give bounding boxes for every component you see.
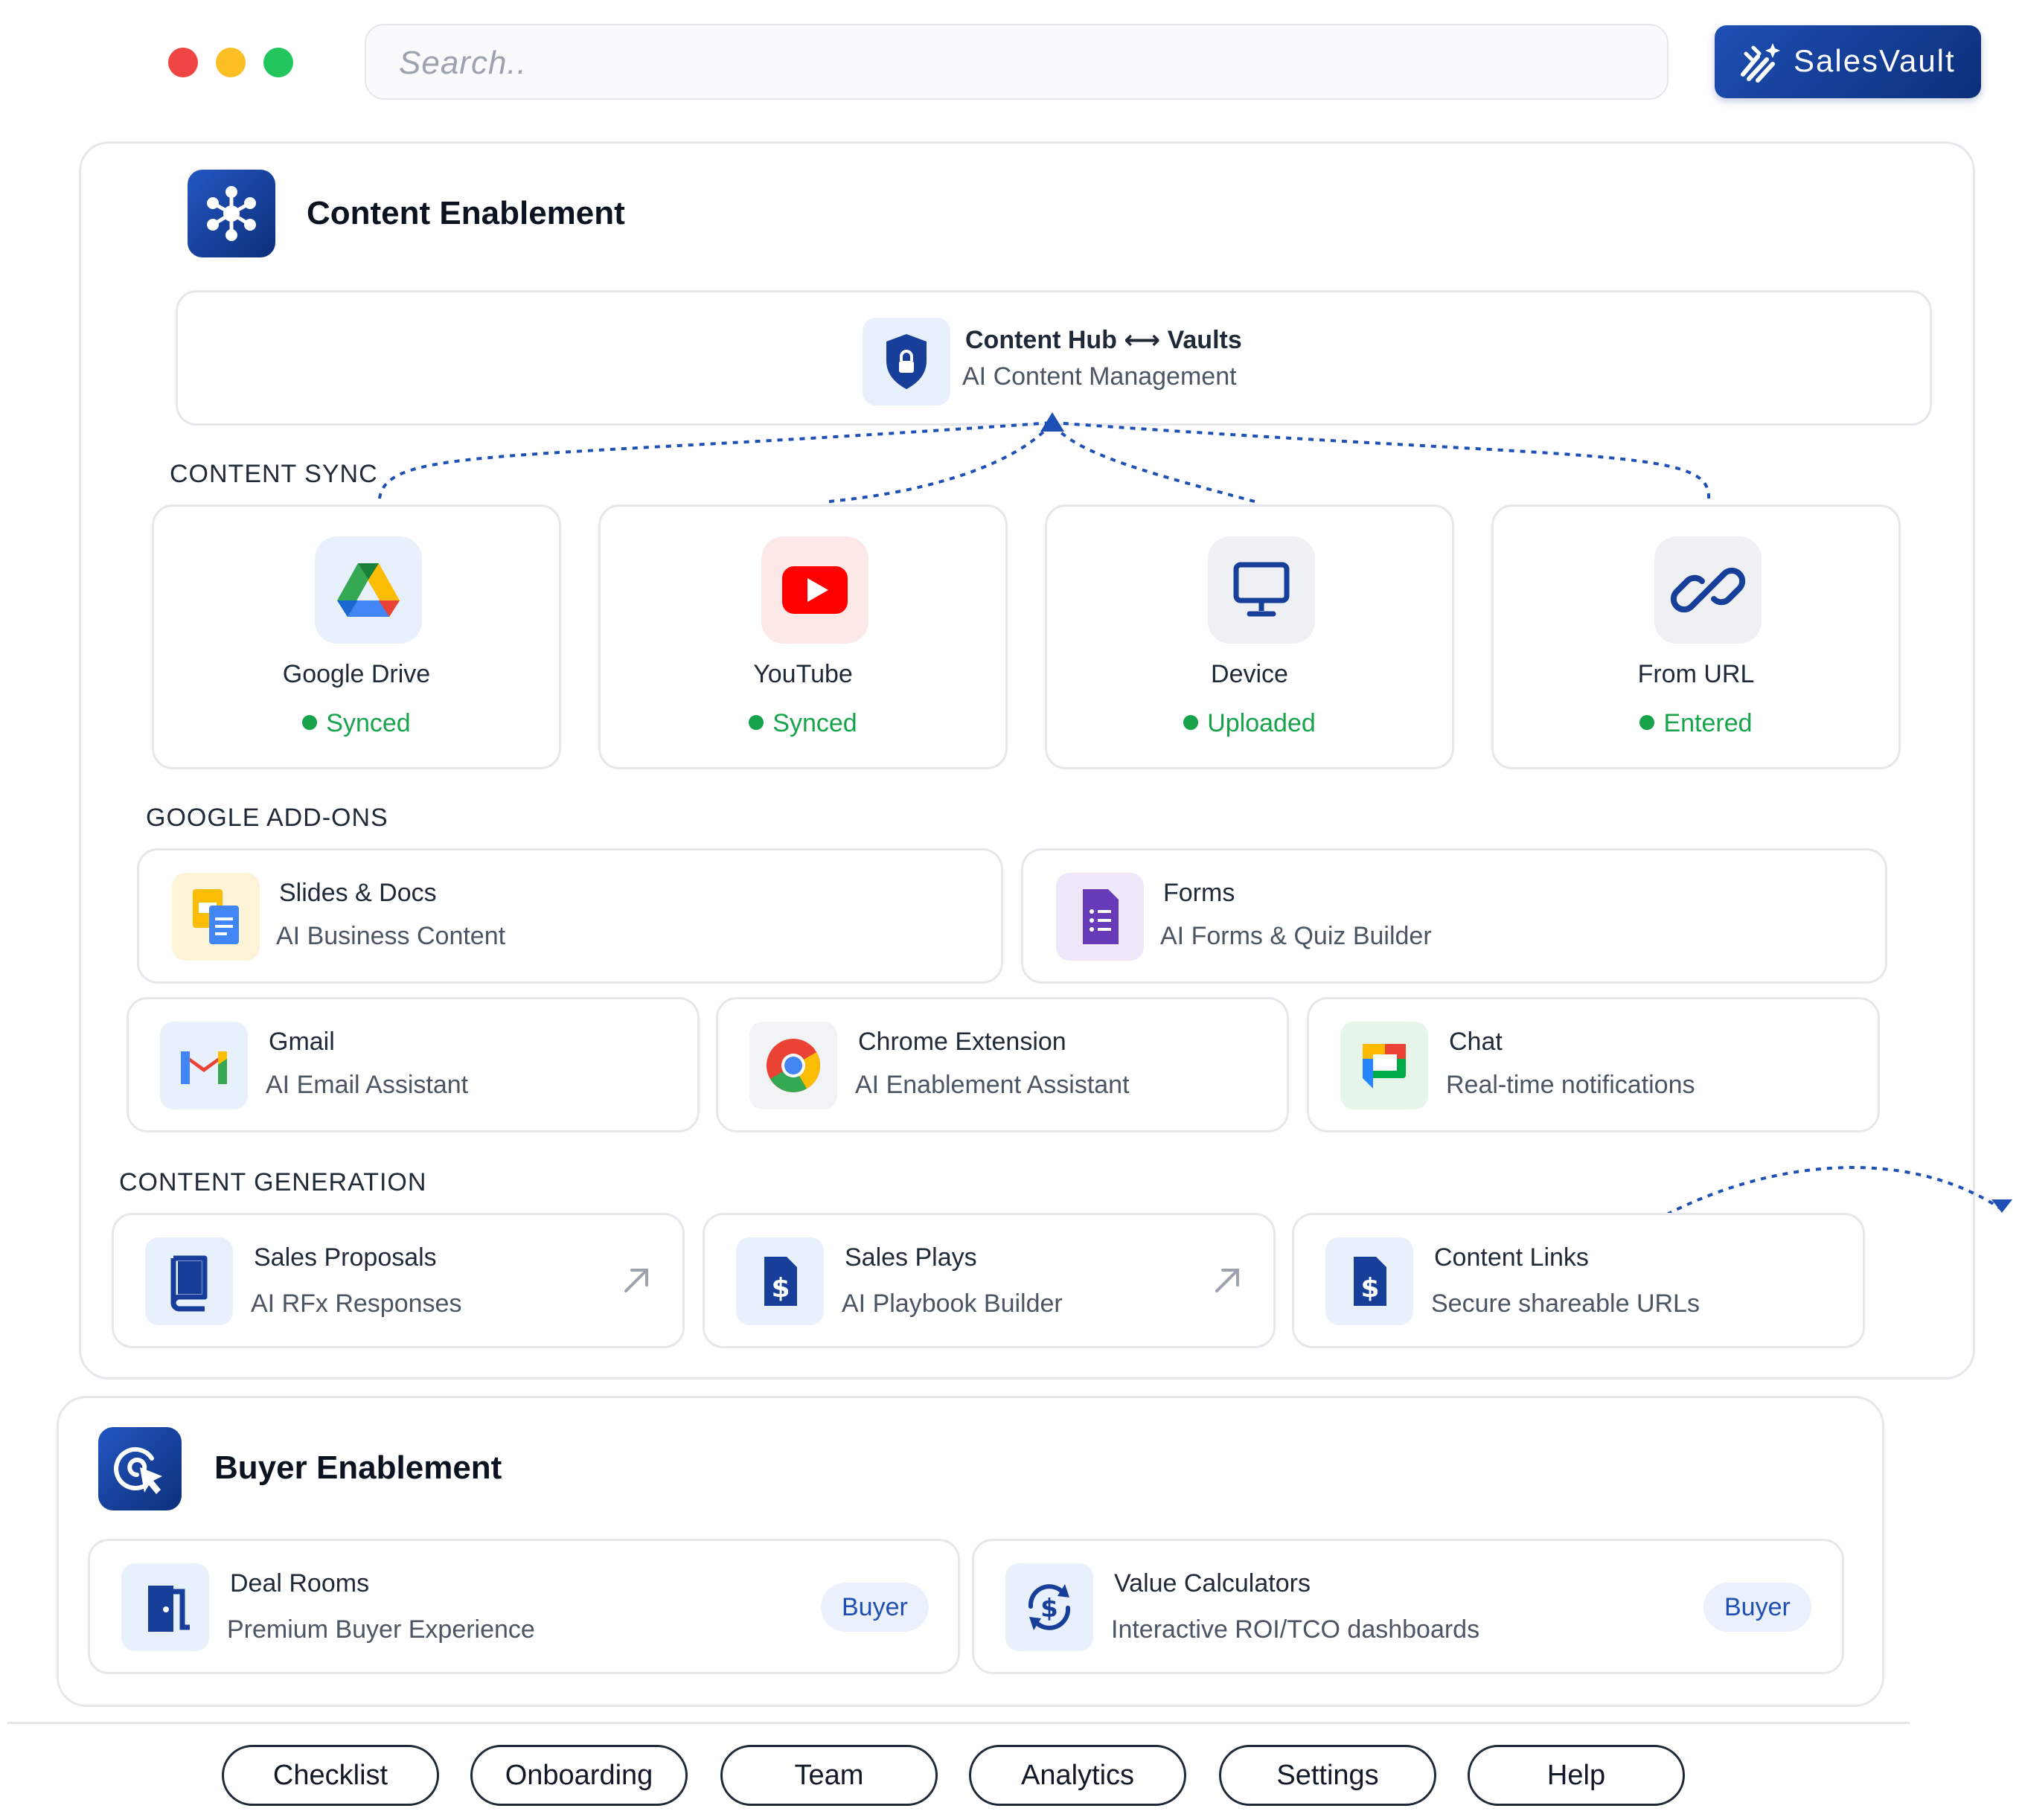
buyer-item-title: Value Calculators xyxy=(1114,1569,1311,1598)
nav-help-button[interactable]: Help xyxy=(1468,1745,1685,1806)
buyer-badge: Buyer xyxy=(1703,1583,1811,1632)
content-sync-label: CONTENT SYNC xyxy=(170,460,378,488)
svg-text:$: $ xyxy=(771,1273,790,1304)
door-icon xyxy=(121,1563,209,1651)
tile-name: Device xyxy=(1211,660,1288,688)
generation-title: Sales Proposals xyxy=(254,1243,437,1272)
generation-subtitle: Secure shareable URLs xyxy=(1431,1289,1700,1318)
nav-team-button[interactable]: Team xyxy=(720,1745,938,1806)
sync-tile-youtube[interactable]: YouTube Synced xyxy=(598,504,1008,769)
generation-content-links[interactable]: $ Content Links Secure shareable URLs xyxy=(1292,1213,1865,1348)
status-text: Entered xyxy=(1663,709,1753,737)
status-text: Synced xyxy=(326,709,411,737)
buyer-badge: Buyer xyxy=(821,1583,929,1632)
link-icon xyxy=(1654,536,1762,644)
tile-name: YouTube xyxy=(753,660,853,688)
addon-subtitle: AI Forms & Quiz Builder xyxy=(1160,922,1432,950)
nav-analytics-button[interactable]: Analytics xyxy=(969,1745,1186,1806)
dollar-file-icon: $ xyxy=(1325,1237,1413,1325)
status-dot xyxy=(1639,715,1655,730)
dollar-file-icon: $ xyxy=(736,1237,824,1325)
google-addons-label: GOOGLE ADD-ONS xyxy=(146,804,388,832)
addon-title: Chat xyxy=(1449,1028,1503,1056)
addon-slides-docs[interactable]: Slides & Docs AI Business Content xyxy=(137,848,1003,984)
status-text: Synced xyxy=(772,709,857,737)
tile-status: Synced xyxy=(154,709,559,738)
cursor-target-icon xyxy=(98,1427,182,1510)
addon-title: Forms xyxy=(1163,879,1235,907)
arrow-up-right-icon[interactable] xyxy=(620,1264,653,1297)
youtube-icon xyxy=(761,536,868,644)
addon-chrome-extension[interactable]: Chrome Extension AI Enablement Assistant xyxy=(716,997,1289,1132)
gmail-icon xyxy=(160,1022,248,1109)
generation-title: Sales Plays xyxy=(845,1243,977,1272)
book-icon xyxy=(145,1237,233,1325)
status-dot xyxy=(749,715,764,730)
sync-tile-from-url[interactable]: From URL Entered xyxy=(1491,504,1901,769)
chrome-icon xyxy=(749,1022,837,1109)
sync-tile-google-drive[interactable]: Google Drive Synced xyxy=(152,504,561,769)
tile-status: Uploaded xyxy=(1047,709,1452,738)
slides-docs-icon xyxy=(172,873,260,961)
arrow-up-right-icon[interactable] xyxy=(1211,1264,1244,1297)
addon-subtitle: AI Business Content xyxy=(276,922,506,950)
google-forms-icon xyxy=(1056,873,1144,961)
buyer-enablement-title: Buyer Enablement xyxy=(214,1449,502,1486)
google-drive-icon xyxy=(315,536,422,644)
addon-forms[interactable]: Forms AI Forms & Quiz Builder xyxy=(1021,848,1887,984)
generation-title: Content Links xyxy=(1434,1243,1589,1272)
addon-subtitle: Real-time notifications xyxy=(1446,1071,1695,1099)
buyer-value-calculators[interactable]: $ Value Calculators Interactive ROI/TCO … xyxy=(972,1539,1844,1674)
buyer-item-subtitle: Premium Buyer Experience xyxy=(227,1615,535,1644)
tile-status: Entered xyxy=(1494,709,1898,738)
generation-subtitle: AI Playbook Builder xyxy=(842,1289,1063,1318)
content-generation-label: CONTENT GENERATION xyxy=(119,1168,427,1196)
addon-title: Slides & Docs xyxy=(279,879,437,907)
tile-name: Google Drive xyxy=(282,660,431,688)
addon-chat[interactable]: Chat Real-time notifications xyxy=(1307,997,1880,1132)
addon-gmail[interactable]: Gmail AI Email Assistant xyxy=(127,997,700,1132)
divider xyxy=(7,1722,1910,1724)
google-chat-icon xyxy=(1340,1022,1428,1109)
tile-name: From URL xyxy=(1637,660,1755,688)
buyer-deal-rooms[interactable]: Deal Rooms Premium Buyer Experience Buye… xyxy=(88,1539,960,1674)
generation-sales-plays[interactable]: $ Sales Plays AI Playbook Builder xyxy=(703,1213,1276,1348)
svg-text:$: $ xyxy=(1040,1594,1058,1624)
generation-sales-proposals[interactable]: Sales Proposals AI RFx Responses xyxy=(112,1213,685,1348)
addon-subtitle: AI Email Assistant xyxy=(266,1071,469,1099)
monitor-icon xyxy=(1208,536,1315,644)
nav-settings-button[interactable]: Settings xyxy=(1219,1745,1436,1806)
addon-title: Chrome Extension xyxy=(858,1028,1066,1056)
status-dot xyxy=(302,715,318,730)
addon-subtitle: AI Enablement Assistant xyxy=(855,1071,1130,1099)
status-dot xyxy=(1183,715,1199,730)
tile-status: Synced xyxy=(601,709,1005,738)
nav-checklist-button[interactable]: Checklist xyxy=(222,1745,439,1806)
status-text: Uploaded xyxy=(1207,709,1316,737)
addon-title: Gmail xyxy=(269,1028,335,1056)
sync-tile-device[interactable]: Device Uploaded xyxy=(1045,504,1454,769)
buyer-item-title: Deal Rooms xyxy=(230,1569,370,1598)
buyer-item-subtitle: Interactive ROI/TCO dashboards xyxy=(1111,1615,1480,1644)
generation-subtitle: AI RFx Responses xyxy=(251,1289,462,1318)
nav-onboarding-button[interactable]: Onboarding xyxy=(470,1745,688,1806)
svg-text:$: $ xyxy=(1360,1273,1379,1304)
dollar-cycle-icon: $ xyxy=(1005,1563,1093,1651)
